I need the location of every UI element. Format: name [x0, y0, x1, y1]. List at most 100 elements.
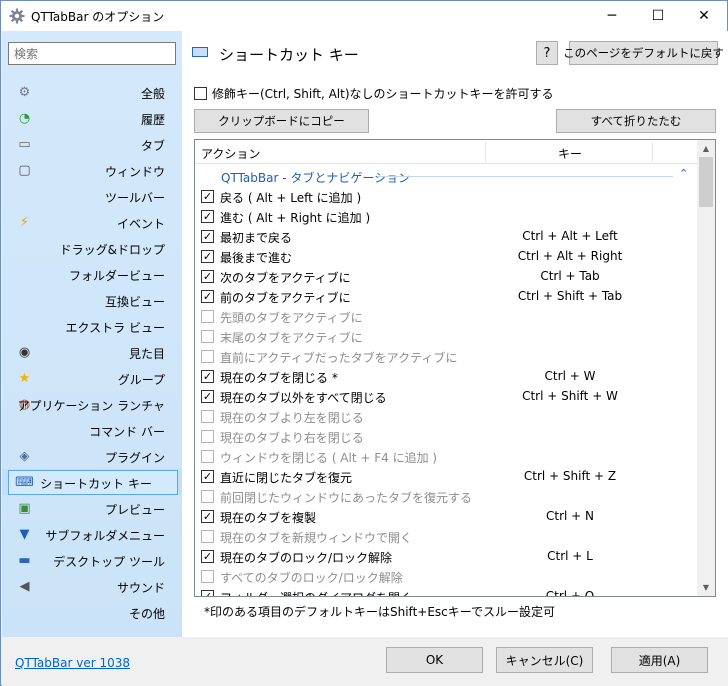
table-row[interactable]: ✓ 進む ( Alt + Right に追加 ): [195, 206, 697, 226]
row-checkbox[interactable]: ✓: [201, 550, 214, 563]
row-checkbox[interactable]: [201, 450, 214, 463]
table-row[interactable]: 前回閉じたウィンドウにあったタブを復元する: [195, 486, 697, 506]
sidebar-item[interactable]: ⚡ イベント: [2, 209, 182, 235]
table-row[interactable]: ✓ 前のタブをアクティブに Ctrl + Shift + Tab: [195, 286, 697, 306]
scroll-down-icon[interactable]: ▼: [697, 579, 715, 596]
table-row[interactable]: ✓ フォルダー選択のダイアログを開く Ctrl + O: [195, 586, 697, 596]
table-row[interactable]: ✓ 最初まで戻る Ctrl + Alt + Left: [195, 226, 697, 246]
shortcut-key[interactable]: Ctrl + Shift + Tab: [495, 289, 645, 303]
table-row[interactable]: 先頭のタブをアクティブに: [195, 306, 697, 326]
table-row[interactable]: ウィンドウを閉じる ( Alt + F4 に追加 ): [195, 446, 697, 466]
cancel-button[interactable]: キャンセル(C): [496, 647, 593, 673]
row-checkbox[interactable]: [201, 410, 214, 423]
sidebar-item[interactable]: ▼ サブフォルダメニュー: [2, 521, 182, 547]
table-row[interactable]: ✓ 戻る ( Alt + Left に追加 ): [195, 186, 697, 206]
help-button[interactable]: ?: [536, 41, 558, 65]
row-checkbox[interactable]: ✓: [201, 190, 214, 203]
shortcut-key[interactable]: Ctrl + Tab: [495, 269, 645, 283]
table-row[interactable]: ✓ 現在のタブを閉じる * Ctrl + W: [195, 366, 697, 386]
group-header[interactable]: QTTabBar - タブとナビゲーション ⌃: [195, 166, 697, 186]
sidebar-item[interactable]: ⚙ 全般: [2, 79, 182, 105]
row-checkbox[interactable]: ✓: [201, 270, 214, 283]
sidebar-item[interactable]: ◔ 履歴: [2, 105, 182, 131]
minimize-button[interactable]: ─: [589, 1, 635, 31]
table-row[interactable]: ✓ 次のタブをアクティブに Ctrl + Tab: [195, 266, 697, 286]
sidebar-item[interactable]: ◀ サウンド: [2, 573, 182, 599]
allow-no-modifier-checkbox[interactable]: [194, 87, 207, 100]
table-row[interactable]: ✓ 現在のタブ以外をすべて閉じる Ctrl + Shift + W: [195, 386, 697, 406]
sidebar-item[interactable]: ◍ アプリケーション ランチャ: [2, 391, 182, 417]
table-row[interactable]: ✓ 現在のタブを複製 Ctrl + N: [195, 506, 697, 526]
sidebar-item[interactable]: ツールバー: [2, 183, 182, 209]
sidebar-item[interactable]: ⌨ ショートカット キー: [2, 469, 182, 495]
table-row[interactable]: ✓ 現在のタブのロック/ロック解除 Ctrl + L: [195, 546, 697, 566]
row-checkbox[interactable]: ✓: [201, 210, 214, 223]
subfolder-menu-icon: ▼: [19, 526, 30, 542]
copy-to-clipboard-button[interactable]: クリップボードにコピー: [194, 109, 369, 133]
sidebar-item[interactable]: コマンド バー: [2, 417, 182, 443]
apply-button[interactable]: 適用(A): [611, 647, 708, 673]
shortcut-key[interactable]: Ctrl + L: [495, 549, 645, 563]
version-link[interactable]: QTTabBar ver 1038: [15, 656, 130, 670]
action-label: 現在のタブより左を閉じる: [220, 411, 364, 425]
table-row[interactable]: ✓ 最後まで進む Ctrl + Alt + Right: [195, 246, 697, 266]
sidebar-item[interactable]: ▬ デスクトップ ツール: [2, 547, 182, 573]
allow-no-modifier-option[interactable]: 修飾キー(Ctrl, Shift, Alt)なしのショートカットキーを許可する: [194, 85, 554, 102]
table-row[interactable]: 現在のタブを新規ウィンドウで開く: [195, 526, 697, 546]
row-checkbox[interactable]: ✓: [201, 390, 214, 403]
ok-button[interactable]: OK: [386, 647, 483, 673]
scroll-up-icon[interactable]: ▲: [697, 140, 715, 157]
collapse-all-button[interactable]: すべて折りたたむ: [556, 109, 716, 133]
column-header-action[interactable]: アクション: [201, 145, 260, 162]
action-label: 直近に閉じたタブを復元: [220, 471, 353, 485]
sidebar-item[interactable]: ▭ タブ: [2, 131, 182, 157]
row-checkbox[interactable]: ✓: [201, 230, 214, 243]
sidebar-item[interactable]: その他: [2, 599, 182, 625]
history-icon: ◔: [18, 110, 31, 126]
shortcut-key[interactable]: Ctrl + Shift + Z: [495, 469, 645, 483]
vertical-scrollbar[interactable]: ▲ ▼: [697, 140, 715, 596]
sidebar-item[interactable]: フォルダービュー: [2, 261, 182, 287]
shortcut-key[interactable]: Ctrl + N: [495, 509, 645, 523]
shortcut-key[interactable]: Ctrl + Alt + Right: [495, 249, 645, 263]
row-checkbox[interactable]: [201, 570, 214, 583]
table-row[interactable]: ✓ 直近に閉じたタブを復元 Ctrl + Shift + Z: [195, 466, 697, 486]
sidebar-item[interactable]: ◈ プラグイン: [2, 443, 182, 469]
settings-panel: ショートカット キー ? このページをデフォルトに戻す 修飾キー(Ctrl, S…: [182, 31, 728, 637]
table-row[interactable]: 直前にアクティブだったタブをアクティブに: [195, 346, 697, 366]
table-row[interactable]: 現在のタブより右を閉じる: [195, 426, 697, 446]
shortcut-key[interactable]: Ctrl + Shift + W: [495, 389, 645, 403]
row-checkbox[interactable]: [201, 350, 214, 363]
row-checkbox[interactable]: ✓: [201, 290, 214, 303]
chevron-up-icon[interactable]: ⌃: [679, 167, 688, 180]
sidebar-item[interactable]: ★ グループ: [2, 365, 182, 391]
row-checkbox[interactable]: ✓: [201, 590, 214, 596]
sidebar-item[interactable]: エクストラ ビュー: [2, 313, 182, 339]
shortcut-key[interactable]: Ctrl + W: [495, 369, 645, 383]
row-checkbox[interactable]: [201, 430, 214, 443]
row-checkbox[interactable]: [201, 530, 214, 543]
shortcut-key[interactable]: Ctrl + Alt + Left: [495, 229, 645, 243]
row-checkbox[interactable]: ✓: [201, 510, 214, 523]
search-input[interactable]: [8, 42, 176, 65]
sidebar-item[interactable]: 互換ビュー: [2, 287, 182, 313]
sidebar-item[interactable]: ▣ プレビュー: [2, 495, 182, 521]
row-checkbox[interactable]: [201, 490, 214, 503]
close-button[interactable]: ✕: [681, 1, 727, 31]
table-row[interactable]: 末尾のタブをアクティブに: [195, 326, 697, 346]
table-row[interactable]: すべてのタブのロック/ロック解除: [195, 566, 697, 586]
maximize-button[interactable]: ☐: [635, 1, 681, 31]
row-checkbox[interactable]: ✓: [201, 370, 214, 383]
restore-defaults-button[interactable]: このページをデフォルトに戻す: [563, 41, 724, 65]
row-checkbox[interactable]: [201, 310, 214, 323]
table-row[interactable]: 現在のタブより左を閉じる: [195, 406, 697, 426]
scroll-thumb[interactable]: [699, 157, 713, 207]
sidebar-item[interactable]: ドラッグ&ドロップ: [2, 235, 182, 261]
column-header-key[interactable]: キー: [558, 145, 582, 162]
row-checkbox[interactable]: [201, 330, 214, 343]
row-checkbox[interactable]: ✓: [201, 250, 214, 263]
sidebar-item[interactable]: ▢ ウィンドウ: [2, 157, 182, 183]
sidebar-item[interactable]: ◉ 見た目: [2, 339, 182, 365]
shortcut-key[interactable]: Ctrl + O: [495, 589, 645, 596]
row-checkbox[interactable]: ✓: [201, 470, 214, 483]
